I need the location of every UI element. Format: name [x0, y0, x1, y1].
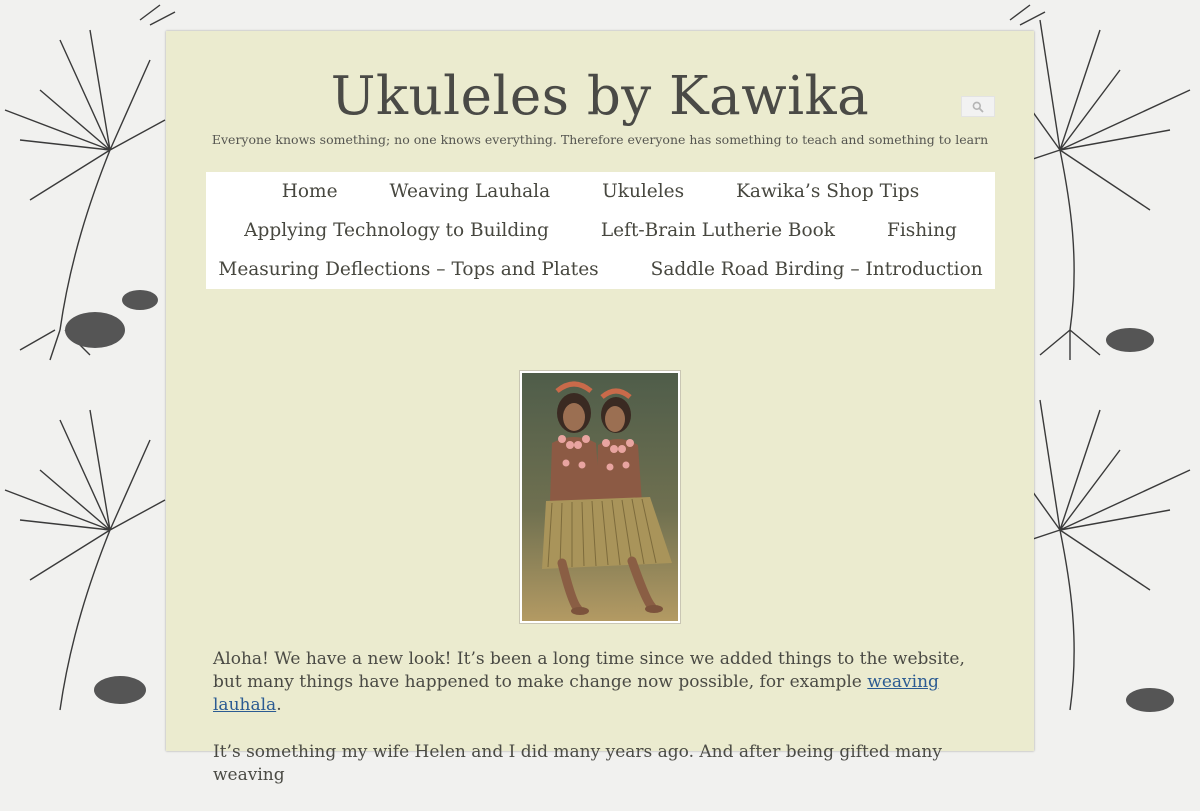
second-paragraph: It’s something my wife Helen and I did m… — [213, 742, 942, 785]
search-icon — [972, 101, 984, 113]
main-navigation: Home Weaving Lauhala Ukuleles Kawika’s S… — [206, 172, 995, 289]
nav-item-shop-tips[interactable]: Kawika’s Shop Tips — [710, 181, 945, 202]
hula-dancers-photo — [520, 371, 680, 623]
intro-text-end: . — [276, 695, 282, 715]
post-content: Aloha! We have a new look! It’s been a l… — [213, 648, 993, 811]
nav-item-fishing[interactable]: Fishing — [861, 220, 983, 241]
search-input[interactable] — [961, 96, 995, 117]
nav-item-measuring-deflections[interactable]: Measuring Deflections – Tops and Plates — [192, 259, 624, 280]
nav-row: Home Weaving Lauhala Ukuleles Kawika’s S… — [206, 172, 995, 211]
nav-row: Measuring Deflections – Tops and Plates … — [206, 250, 995, 289]
nav-item-home[interactable]: Home — [256, 181, 364, 202]
nav-item-lutherie-book[interactable]: Left-Brain Lutherie Book — [575, 220, 861, 241]
intro-paragraph: Aloha! We have a new look! It’s been a l… — [213, 648, 993, 717]
nav-item-saddle-road-birding[interactable]: Saddle Road Birding – Introduction — [625, 259, 1009, 280]
nav-item-ukuleles[interactable]: Ukuleles — [576, 181, 710, 202]
intro-text: Aloha! We have a new look! It’s been a l… — [213, 649, 965, 692]
nav-item-applying-technology[interactable]: Applying Technology to Building — [218, 220, 575, 241]
site-title[interactable]: Ukuleles by Kawika — [166, 65, 1034, 129]
site-tagline: Everyone knows something; no one knows e… — [211, 132, 989, 147]
page-container: Ukuleles by Kawika Everyone knows someth… — [166, 31, 1034, 785]
nav-item-weaving-lauhala[interactable]: Weaving Lauhala — [364, 181, 577, 202]
nav-row: Applying Technology to Building Left-Bra… — [206, 211, 995, 250]
